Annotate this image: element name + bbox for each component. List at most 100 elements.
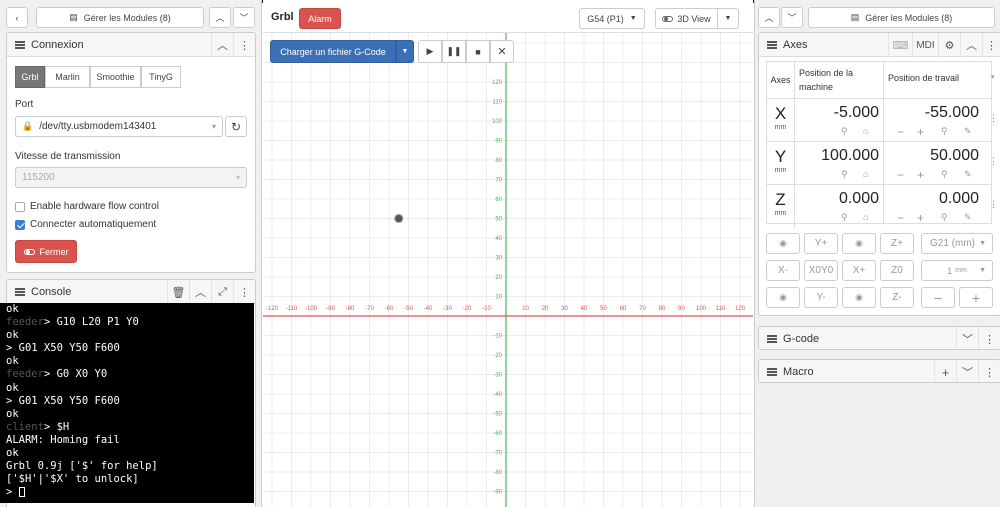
edit-icon[interactable]: ✎ [964, 169, 972, 180]
step-increase-button[interactable]: + [959, 287, 993, 308]
view-mode-toggle[interactable]: 3D View [655, 8, 717, 29]
home-icon[interactable]: ⌂ [863, 169, 868, 179]
console-options-button[interactable]: ⋮ [233, 280, 255, 304]
more-vertical-icon[interactable]: ⋮ [989, 199, 998, 210]
baud-select[interactable]: 115200 ▾ [15, 167, 247, 188]
collapse-connection-button[interactable]: ︿ [211, 33, 233, 57]
keyboard-button[interactable]: ⌨ [888, 33, 912, 57]
more-vertical-icon: ⋮ [984, 366, 995, 379]
jog-xplus-yminus-button[interactable]: ◉ [842, 287, 876, 308]
x-tick-label: 70 [639, 306, 646, 312]
chevron-up-icon: ︿ [217, 40, 228, 52]
expand-gcode-button[interactable]: ﹀ [956, 327, 978, 349]
plus-icon[interactable]: + [917, 168, 924, 182]
clear-console-button[interactable]: 🗑 [167, 280, 189, 304]
load-gcode-button[interactable]: Charger un fichier G-Code [270, 40, 396, 63]
jog-xminus-yminus-button[interactable]: ◉ [766, 287, 800, 308]
axes-settings-button[interactable]: ⚙ [938, 33, 960, 57]
manage-modules-button-left[interactable]: ▤ Gérer les Modules (8) [36, 7, 204, 28]
run-button[interactable]: ▶ [418, 40, 442, 63]
mdi-button[interactable]: MDI [912, 33, 938, 57]
x-tick-label: -10 [482, 306, 491, 312]
collapse-console-button[interactable]: ︿ [189, 280, 211, 304]
connection-options-button[interactable]: ⋮ [233, 33, 255, 57]
console-text: > G0 X0 Y0 [43, 368, 108, 381]
jog-z0-button[interactable]: Z0 [880, 260, 914, 281]
tab-smoothie[interactable]: Smoothie [90, 66, 141, 88]
more-vertical-icon[interactable]: ⋮ [989, 156, 998, 167]
plus-icon[interactable]: + [917, 125, 924, 139]
go-to-zero-icon[interactable]: ⚲ [841, 126, 848, 137]
x-tick-label: -20 [463, 306, 472, 312]
tab-tinyg[interactable]: TinyG [141, 66, 181, 88]
console-text: ['$H'|'$X' to unlock] [6, 473, 139, 486]
home-icon[interactable]: ⌂ [863, 212, 868, 222]
set-zero-icon[interactable]: ⚲ [941, 169, 948, 180]
minus-icon[interactable]: − [897, 125, 904, 139]
port-select[interactable]: 🔒 /dev/tty.usbmodem143401 ▾ [15, 116, 223, 137]
units-select[interactable]: G21 (mm) ▼ [921, 233, 993, 254]
right-column: ︿ ﹀ ▤ Gérer les Modules (8) Axes ⌨ MDI ⚙… [754, 0, 1000, 507]
alarm-badge[interactable]: Alarm [299, 8, 341, 29]
step-select[interactable]: 1 mm ▼ [921, 260, 993, 281]
pause-button[interactable]: ❚❚ [442, 40, 466, 63]
edit-icon[interactable]: ✎ [964, 212, 972, 223]
tab-marlin[interactable]: Marlin [45, 66, 90, 88]
stop-button[interactable]: ■ [466, 40, 490, 63]
step-decrease-button[interactable]: − [921, 287, 955, 308]
jog-xminus-yplus-button[interactable]: ◉ [766, 233, 800, 254]
home-icon[interactable]: ⌂ [863, 126, 868, 136]
collapse-axes-button[interactable]: ︿ [960, 33, 982, 57]
jog-xplus-button[interactable]: X+ [842, 260, 876, 281]
tab-grbl[interactable]: Grbl [15, 66, 45, 88]
jog-xminus-button[interactable]: X- [766, 260, 800, 281]
chevron-down-icon: ﹀ [962, 334, 973, 346]
console-title: Console [31, 285, 72, 298]
scroll-down-button-right[interactable]: ﹀ [781, 7, 803, 28]
go-to-zero-icon[interactable]: ⚲ [841, 169, 848, 180]
console-output[interactable]: ok feeder> G10 L20 P1 Y0 ok > G01 X50 Y50 F… [0, 303, 254, 503]
jog-label: Y- [816, 292, 826, 303]
alarm-label: Alarm [308, 13, 332, 24]
gcode-options-button[interactable]: ⋮ [978, 327, 1000, 349]
jog-yplus-button[interactable]: Y+ [804, 233, 838, 254]
scroll-up-button-left[interactable]: ︿ [209, 7, 231, 28]
minus-icon[interactable]: − [897, 211, 904, 225]
edit-icon[interactable]: ✎ [964, 126, 972, 137]
view-options-dropdown[interactable]: ▼ [717, 8, 739, 29]
expand-macro-button[interactable]: ﹀ [956, 360, 978, 382]
manage-modules-button-right[interactable]: ▤ Gérer les Modules (8) [808, 7, 995, 28]
macro-options-button[interactable]: ⋮ [978, 360, 1000, 382]
expand-console-button[interactable]: ⤢ [211, 280, 233, 304]
minus-icon[interactable]: − [897, 168, 904, 182]
axes-options-button[interactable]: ⋮ [982, 33, 1000, 57]
plus-icon[interactable]: + [917, 211, 924, 225]
jog-zminus-button[interactable]: Z- [880, 287, 914, 308]
y-tick-label: 60 [495, 197, 502, 203]
jog-zplus-button[interactable]: Z+ [880, 233, 914, 254]
jog-xplus-yplus-button[interactable]: ◉ [842, 233, 876, 254]
jog-home-xy-button[interactable]: X0Y0 [804, 260, 838, 281]
go-to-zero-icon[interactable]: ⚲ [841, 212, 848, 223]
close-gcode-button[interactable]: ✕ [490, 40, 514, 63]
add-macro-button[interactable]: + [934, 360, 956, 382]
set-zero-icon[interactable]: ⚲ [941, 212, 948, 223]
hw-flow-checkbox[interactable] [15, 202, 25, 212]
macro-panel-header: Macro + ﹀ ⋮ [759, 360, 1000, 382]
axis-letter: Z [775, 190, 786, 209]
jog-yminus-button[interactable]: Y- [804, 287, 838, 308]
auto-connect-checkbox[interactable] [15, 220, 25, 230]
console-line: feeder> G10 L20 P1 Y0 [6, 316, 254, 329]
collapse-left-button[interactable]: ‹ [6, 7, 28, 28]
close-connection-button[interactable]: Fermer [15, 240, 77, 263]
more-vertical-icon[interactable]: ⋮ [989, 113, 998, 124]
scroll-up-button-right[interactable]: ︿ [758, 7, 780, 28]
set-zero-icon[interactable]: ⚲ [941, 126, 948, 137]
scroll-down-button-left[interactable]: ﹀ [233, 7, 255, 28]
load-gcode-dropdown[interactable]: ▼ [396, 40, 414, 63]
left-column: ‹ ▤ Gérer les Modules (8) ︿ ﹀ Connexion … [0, 0, 262, 507]
coord-system-select[interactable]: G54 (P1) ▼ [579, 8, 645, 29]
sort-caret-icon[interactable]: ▾ [991, 73, 995, 81]
refresh-ports-button[interactable]: ↻ [225, 116, 247, 137]
visualizer-grid[interactable]: -120 -110 -100 -90 -80 -70 -60 -50 -40 -30 -20 -10 1… [263, 33, 753, 507]
